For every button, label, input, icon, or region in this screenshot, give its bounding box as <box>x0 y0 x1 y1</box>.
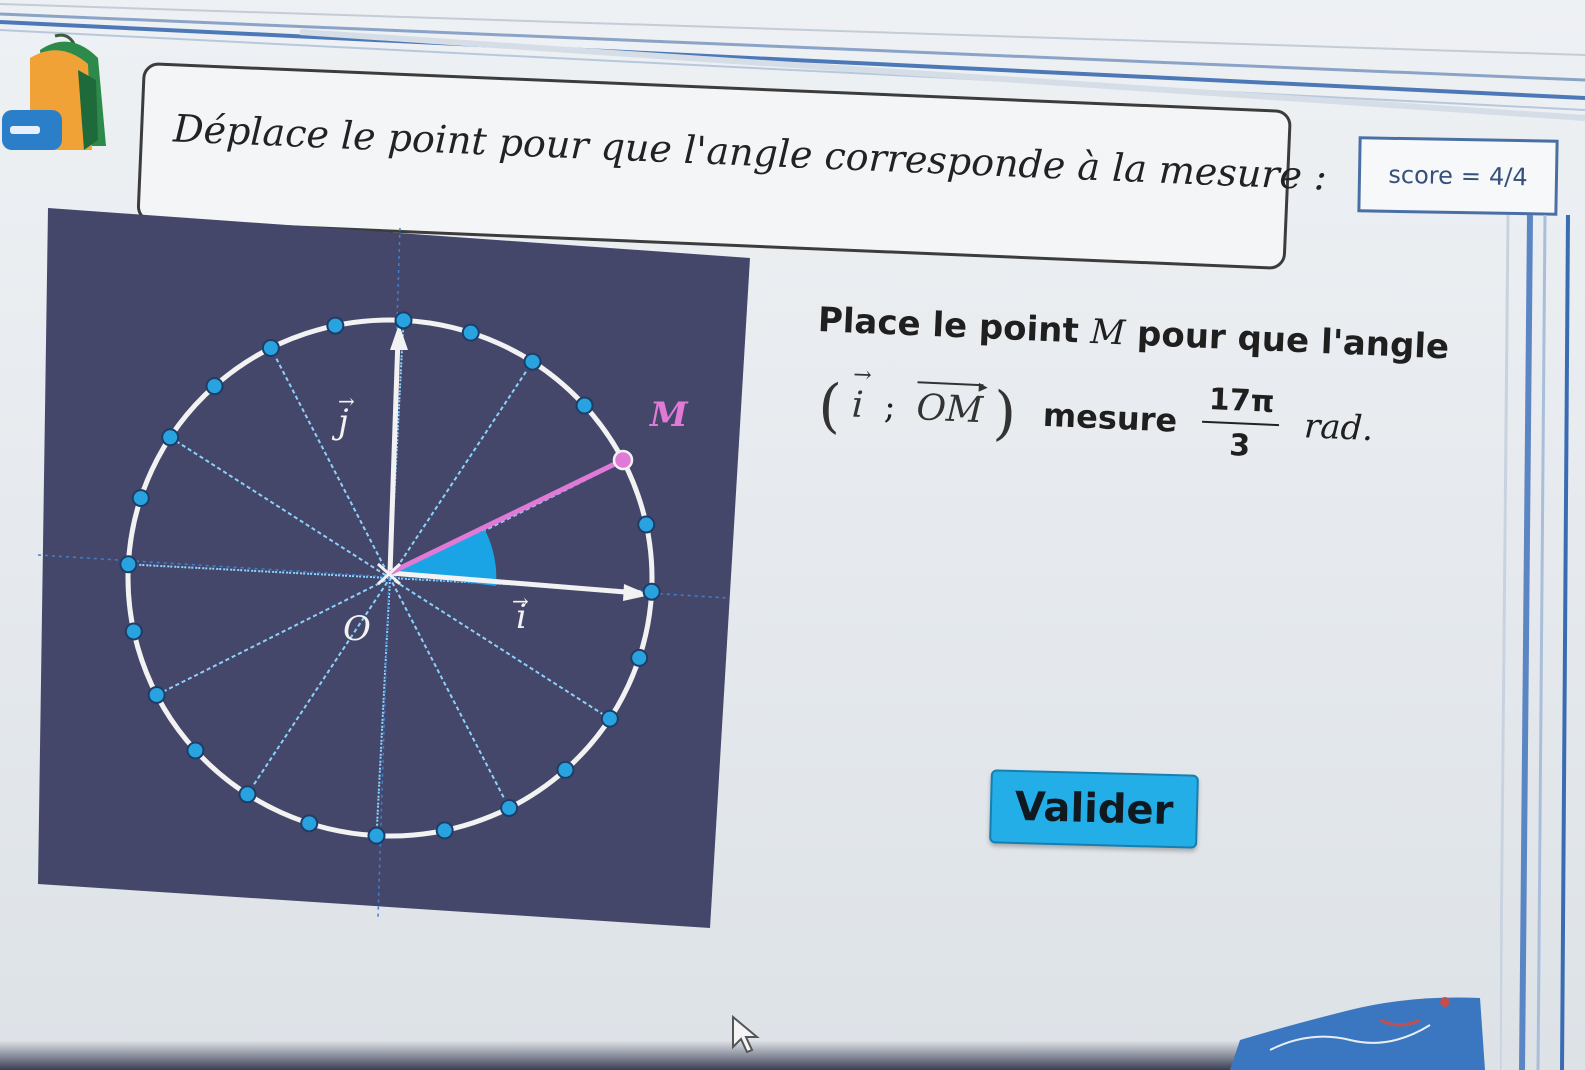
circle-point[interactable] <box>575 396 594 415</box>
circle-point[interactable] <box>124 622 143 641</box>
circle-point[interactable] <box>630 648 649 667</box>
circle-point[interactable] <box>147 685 166 704</box>
backpack-icon <box>2 33 106 150</box>
mesure-word: mesure <box>1042 395 1178 440</box>
circle-point[interactable] <box>261 339 280 358</box>
vector-om-text: OM <box>915 386 984 431</box>
circle-point[interactable] <box>119 555 138 574</box>
circle-point[interactable] <box>326 316 345 335</box>
circle-point[interactable] <box>435 821 454 840</box>
trig-circle-figure[interactable]: j → i → O M <box>38 208 750 928</box>
circle-point[interactable] <box>205 377 224 396</box>
map-thumbnail-icon <box>1230 997 1485 1070</box>
instruction-text: Déplace le point pour que l'angle corres… <box>172 106 1328 199</box>
circle-point[interactable] <box>161 428 180 447</box>
circle-point[interactable] <box>186 741 205 760</box>
circle-point[interactable] <box>131 489 150 508</box>
valider-button[interactable]: Valider <box>989 769 1199 849</box>
label-O: O <box>343 609 371 649</box>
circle-point[interactable] <box>394 311 413 330</box>
fraction-denominator: 3 <box>1228 427 1251 464</box>
vector-om-label: ▸ OM <box>915 375 989 431</box>
question-var-M: M <box>1089 311 1127 354</box>
window-bottom-edge <box>0 1040 1250 1070</box>
vector-i-label: i <box>851 384 864 425</box>
fraction-numerator: 17π <box>1201 381 1282 427</box>
vector-om-arrowhead: ▸ <box>978 375 989 397</box>
circle-point[interactable] <box>523 352 542 371</box>
window-right-edge <box>1500 215 1570 1070</box>
circle-point[interactable] <box>642 582 661 601</box>
circle-point[interactable] <box>367 826 386 845</box>
paren-open: ( <box>816 371 843 440</box>
label-i-arrow: → <box>512 589 529 613</box>
angle-fraction: 17π 3 <box>1200 381 1282 465</box>
mouse-cursor-icon <box>732 1015 760 1054</box>
circle-point[interactable] <box>556 760 575 779</box>
circle-point[interactable] <box>461 323 480 342</box>
score-value: 4/4 <box>1488 162 1528 192</box>
score-box: score = 4/4 <box>1357 136 1559 216</box>
paren-close: ) <box>992 378 1018 448</box>
circle-point[interactable] <box>600 709 619 728</box>
circle-point[interactable] <box>300 814 319 833</box>
separator: ; <box>883 386 897 427</box>
circle-point[interactable] <box>500 798 519 817</box>
circle-point[interactable] <box>238 785 257 804</box>
score-label: score <box>1388 160 1454 190</box>
circle-point[interactable] <box>637 515 656 534</box>
score-equals: = <box>1460 162 1482 191</box>
label-j-arrow: → <box>338 389 355 413</box>
point-M[interactable] <box>612 449 634 471</box>
unit-rad: rad. <box>1303 406 1375 450</box>
label-M: M <box>649 395 689 435</box>
vector-om-bar <box>917 380 984 386</box>
